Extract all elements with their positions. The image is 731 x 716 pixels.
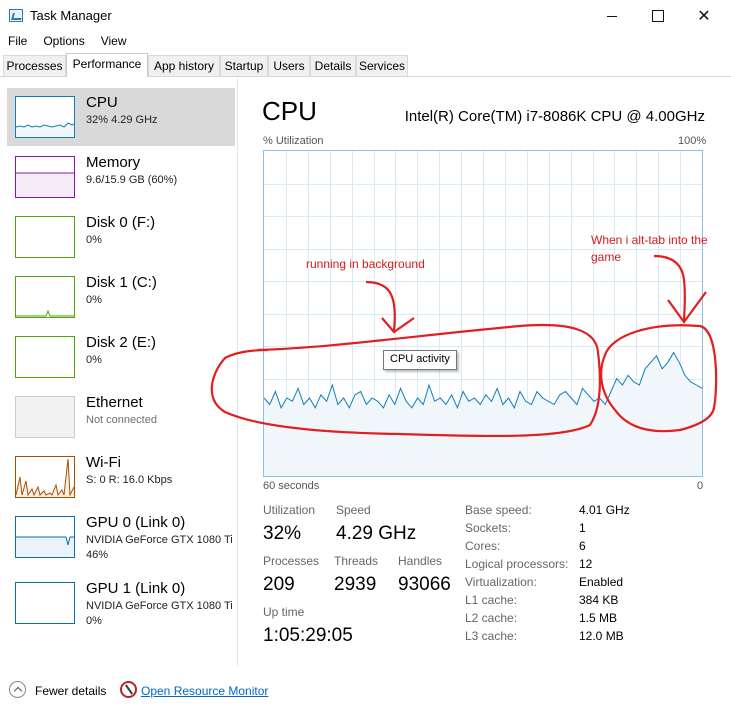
annotation-ellipse-background bbox=[210, 323, 602, 438]
chevron-up-icon[interactable] bbox=[9, 681, 26, 698]
spec-value: 1 bbox=[579, 521, 586, 535]
annotation-alttab-label-2: game bbox=[591, 250, 622, 264]
spec-value: Enabled bbox=[579, 575, 624, 589]
annotation-overlay bbox=[210, 254, 718, 438]
spec-label: Virtualization: bbox=[465, 575, 537, 589]
uptime-label: Up time bbox=[263, 605, 305, 619]
spec-label: Logical processors: bbox=[465, 557, 569, 571]
spec-value: 12.0 MB bbox=[579, 629, 624, 643]
annotation-arrow-background bbox=[365, 280, 415, 334]
spec-value: 384 KB bbox=[579, 593, 619, 607]
spec-label: L3 cache: bbox=[465, 629, 518, 643]
cpu-activity-tooltip: CPU activity bbox=[383, 350, 457, 370]
annotation-ellipse-game bbox=[600, 324, 718, 433]
resource-monitor-icon bbox=[120, 681, 137, 698]
fewer-details-button[interactable]: Fewer details bbox=[35, 684, 106, 698]
speed-label: Speed bbox=[336, 503, 371, 517]
spec-label: L2 cache: bbox=[465, 611, 518, 625]
processes-label: Processes bbox=[263, 554, 320, 568]
uptime-value: 1:05:29:05 bbox=[263, 625, 353, 646]
spec-label: L1 cache: bbox=[465, 593, 518, 607]
footer-bar: Fewer details Open Resource Monitor bbox=[0, 676, 731, 706]
spec-value: 4.01 GHz bbox=[579, 503, 630, 517]
processes-value: 209 bbox=[263, 574, 295, 595]
handles-value: 93066 bbox=[398, 574, 451, 595]
handles-label: Handles bbox=[398, 554, 443, 568]
utilization-label: Utilization bbox=[263, 503, 316, 517]
spec-label: Base speed: bbox=[465, 503, 532, 517]
annotation-background-label: running in background bbox=[306, 257, 425, 271]
open-resource-monitor-link[interactable]: Open Resource Monitor bbox=[141, 684, 268, 698]
annotation-alttab-label: When i alt-tab into the bbox=[591, 233, 708, 247]
spec-value: 12 bbox=[579, 557, 593, 571]
threads-value: 2939 bbox=[334, 574, 377, 595]
speed-value: 4.29 GHz bbox=[336, 523, 417, 544]
spec-label: Sockets: bbox=[465, 521, 512, 535]
threads-label: Threads bbox=[334, 554, 379, 568]
utilization-value: 32% bbox=[263, 523, 302, 544]
spec-label: Cores: bbox=[465, 539, 501, 553]
annotation-arrow-game bbox=[653, 254, 707, 324]
spec-value: 6 bbox=[579, 539, 586, 553]
spec-value: 1.5 MB bbox=[579, 611, 618, 625]
